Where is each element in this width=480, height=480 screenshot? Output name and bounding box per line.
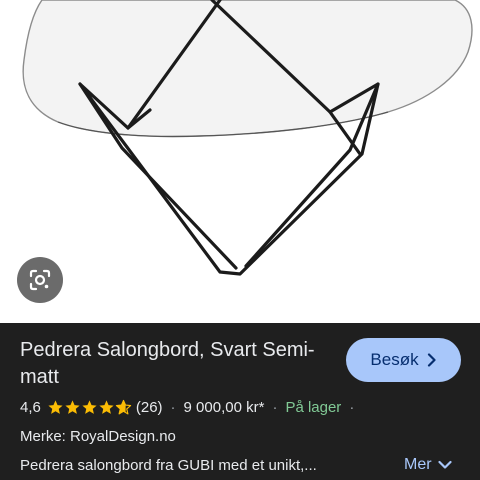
stock-status: På lager — [285, 398, 342, 416]
rating-value: 4,6 — [20, 398, 41, 416]
star-icon — [99, 399, 114, 414]
star-icon — [65, 399, 80, 414]
visit-button[interactable]: Besøk — [346, 338, 461, 382]
price: 9 000,00 kr* — [183, 398, 265, 416]
star-icon — [82, 399, 97, 414]
separator-dot: · — [349, 398, 355, 416]
more-button[interactable]: Mer — [404, 454, 452, 476]
google-lens-icon — [29, 269, 51, 291]
separator-dot: · — [272, 398, 278, 416]
product-image[interactable] — [0, 0, 480, 323]
visit-label: Besøk — [370, 350, 419, 369]
product-image-area[interactable] — [0, 0, 480, 323]
half-star-icon — [115, 399, 132, 414]
star-icon — [48, 399, 63, 414]
google-lens-button[interactable] — [17, 257, 63, 303]
product-description: Pedrera salongbord fra GUBI med et unikt… — [20, 457, 317, 474]
rating-price-row: 4,6 (26) · 9 000,00 kr* · På lager · — [20, 396, 362, 418]
chevron-down-icon — [437, 460, 452, 469]
shopping-result-card: Pedrera Salongbord, Svart Semi-matt Besø… — [0, 0, 480, 480]
review-count[interactable]: (26) — [136, 399, 163, 416]
more-label: Mer — [404, 456, 432, 473]
glass-tabletop — [22, 0, 473, 138]
merchant-line: Merke: RoyalDesign.no — [20, 428, 176, 445]
product-info-panel: Pedrera Salongbord, Svart Semi-matt Besø… — [0, 323, 480, 480]
chevron-right-icon — [427, 353, 436, 367]
star-rating — [47, 399, 132, 416]
product-title[interactable]: Pedrera Salongbord, Svart Semi-matt — [20, 337, 338, 391]
separator-dot: · — [170, 398, 176, 416]
